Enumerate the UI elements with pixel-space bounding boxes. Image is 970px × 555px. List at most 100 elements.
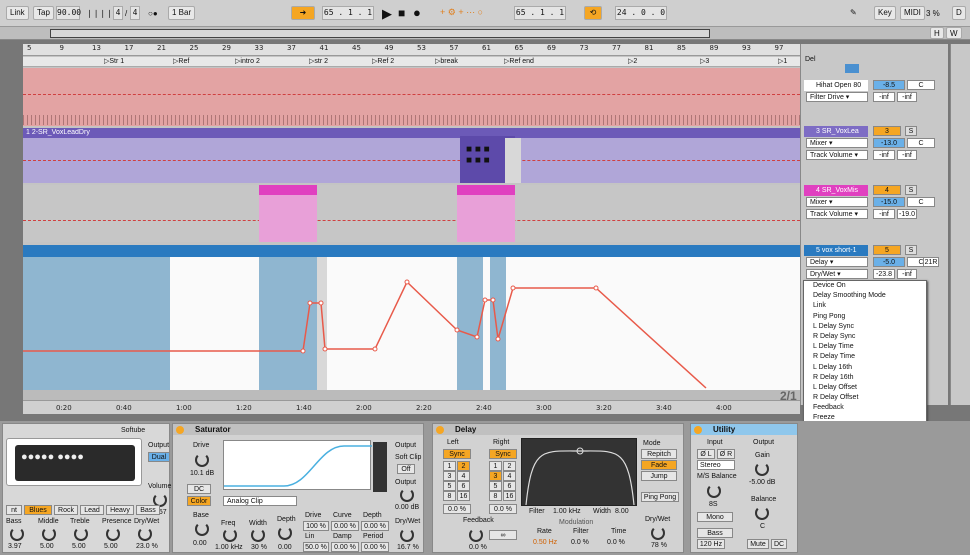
automation-param-chooser[interactable]: Track Volume ▾ <box>806 209 868 219</box>
position-field[interactable]: 65 . 1 . 1 <box>322 6 374 20</box>
metronome-icon[interactable]: ○● <box>148 9 158 18</box>
del-button[interactable]: Del <box>805 56 816 63</box>
delay-feedback-knob[interactable] <box>469 528 483 542</box>
locator-8[interactable]: ▷2 <box>628 57 637 65</box>
delay-beat-button[interactable]: 4 <box>457 471 470 481</box>
midi-map-button[interactable]: MIDI <box>900 6 925 20</box>
track-volume[interactable]: -5.0 <box>873 257 905 267</box>
delay-repitch-button[interactable]: Repitch <box>641 449 677 459</box>
automation-param-chooser[interactable]: Track Volume ▾ <box>806 150 868 160</box>
utility-device[interactable]: Utility Input Output Ø L Ø R Stereo M/S … <box>690 423 798 553</box>
automation-value-1[interactable]: -inf <box>873 150 895 160</box>
menu-item[interactable]: L Delay Sync <box>804 322 926 332</box>
track-send[interactable]: 21R <box>923 257 939 267</box>
sat-damp-value[interactable]: 0.00 % <box>331 542 359 552</box>
amp-dual-button[interactable]: Dual <box>148 452 170 462</box>
automation-value-2[interactable]: -inf <box>897 150 917 160</box>
locator-3[interactable]: ▷intro 2 <box>235 57 260 65</box>
locator-6[interactable]: ▷break <box>435 57 458 65</box>
track-name-4[interactable]: 5 vox short-1 <box>804 245 868 256</box>
amp-device[interactable]: Softube ●●●●● ●●●● Output Dual Volume 3.… <box>2 423 171 553</box>
automation-param-chooser[interactable]: Dry/Wet ▾ <box>806 269 868 279</box>
amp-knob[interactable] <box>74 527 88 541</box>
menu-item[interactable]: R Delay Sync <box>804 332 926 342</box>
utility-mono-button[interactable]: Mono <box>697 512 733 522</box>
utility-power-icon[interactable] <box>694 426 702 434</box>
utility-balance-knob[interactable] <box>755 506 769 520</box>
menu-item[interactable]: R Delay Time <box>804 352 926 362</box>
menu-item[interactable]: Device On <box>804 281 926 291</box>
menu-item[interactable]: R Delay Offset <box>804 393 926 403</box>
delay-beat-button[interactable]: 1 <box>443 461 456 471</box>
delay-beat-button[interactable]: 6 <box>503 481 516 491</box>
delay-rate-value[interactable]: 0.50 Hz <box>533 539 557 546</box>
menu-item[interactable]: L Delay Offset <box>804 383 926 393</box>
sat-drive2-value[interactable]: 100 % <box>303 521 329 531</box>
amp-knob[interactable] <box>138 527 152 541</box>
delay-time-value[interactable]: 0.0 % <box>607 539 625 546</box>
sat-curve-value[interactable]: 0.00 % <box>331 521 359 531</box>
locator-2[interactable]: ▷Ref <box>173 57 189 65</box>
automation-value-2[interactable]: -19.0 <box>897 209 917 219</box>
solo-button[interactable]: S <box>905 126 917 136</box>
sat-drywet-knob[interactable] <box>400 528 414 542</box>
sat-depth-knob[interactable] <box>278 526 292 540</box>
automation-param-chooser[interactable]: Filter Drive ▾ <box>806 92 868 102</box>
follow-button[interactable]: ➜ <box>291 6 315 20</box>
meter-denominator[interactable]: 4 <box>130 6 140 20</box>
delay-beat-button[interactable]: 5 <box>489 481 502 491</box>
delay-beat-button[interactable]: 8 <box>443 491 456 501</box>
track-name-3[interactable]: 4 SR_VoxMis <box>804 185 868 196</box>
amp-knob[interactable] <box>10 527 24 541</box>
record-icon[interactable]: ● <box>413 5 421 20</box>
delay-beat-button[interactable]: 3 <box>489 471 502 481</box>
utility-bass-freq[interactable]: 120 Hz <box>697 539 725 549</box>
track-number[interactable]: 5 <box>873 245 901 255</box>
automation-value-1[interactable]: -inf <box>873 92 895 102</box>
vertical-scrollbar[interactable] <box>950 44 970 405</box>
automation-value-2[interactable]: -inf <box>897 269 917 279</box>
device-chooser[interactable]: Mixer ▾ <box>806 138 868 148</box>
automation-value-1[interactable]: -23.8 <box>873 269 895 279</box>
amp-knob[interactable] <box>42 527 56 541</box>
utility-mute-button[interactable]: Mute <box>747 539 769 549</box>
delay-beat-button[interactable]: 6 <box>457 481 470 491</box>
automation-value-1[interactable]: -inf <box>873 209 895 219</box>
delay-freeze-button[interactable]: ∞ <box>489 530 517 540</box>
locator-1[interactable]: ▷Str 1 <box>104 57 124 65</box>
delay-jump-button[interactable]: Jump <box>641 471 677 481</box>
amp-type-button[interactable]: Heavy <box>106 505 134 515</box>
beat-ruler[interactable]: 5 9 13 17 21 25 29 33 37 41 45 49 53 57 61 65 69 73 77 81 85… <box>23 44 800 56</box>
track-volume[interactable]: -13.0 <box>873 138 905 148</box>
sat-period-value[interactable]: 0.00 % <box>361 542 389 552</box>
track-pan[interactable]: C <box>907 80 935 90</box>
utility-gain-knob[interactable] <box>755 462 769 476</box>
utility-dc-button[interactable]: DC <box>771 539 787 549</box>
automation-arm-icon[interactable]: + ⚙ + ⋯ ○ <box>440 7 483 18</box>
amp-knob[interactable] <box>106 527 120 541</box>
sat-base-knob[interactable] <box>195 522 209 536</box>
track-number[interactable]: 4 <box>873 185 901 195</box>
amp-type-button[interactable]: Bass <box>136 505 160 515</box>
utility-phase-l[interactable]: Ø L <box>697 449 715 459</box>
play-icon[interactable]: ▶ <box>382 6 392 22</box>
amp-type-button[interactable]: Lead <box>80 505 104 515</box>
stop-icon[interactable]: ■ <box>398 6 405 20</box>
saturator-power-icon[interactable] <box>176 426 184 434</box>
track-volume[interactable]: -8.5 <box>873 80 905 90</box>
sat-freq-knob[interactable] <box>223 528 237 542</box>
utility-stereo-select[interactable]: Stereo <box>697 460 735 470</box>
locator-lane[interactable]: ▷Str 1 ▷Ref ▷intro 2 ▷str 2 ▷Ref 2 ▷break ▷Ref… <box>23 57 800 67</box>
sat-depth2-value[interactable]: 0.00 % <box>361 521 389 531</box>
solo-button[interactable]: S <box>905 185 917 195</box>
automation-value-2[interactable]: -inf <box>897 92 917 102</box>
saturator-device[interactable]: Saturator Drive 10.1 dB DC Color Analog … <box>172 423 424 553</box>
locator-4[interactable]: ▷str 2 <box>309 57 328 65</box>
w-button[interactable]: W <box>946 27 962 39</box>
menu-item[interactable]: Delay Smoothing Mode <box>804 291 926 301</box>
track-name-1[interactable]: Hihat Open 80 <box>804 80 868 91</box>
loop-length-field[interactable]: 24 . 0 . 0 <box>615 6 667 20</box>
arrangement-overview[interactable]: H W <box>0 27 970 40</box>
automation-envelope[interactable] <box>23 257 800 390</box>
track-number[interactable]: 3 <box>873 126 901 136</box>
